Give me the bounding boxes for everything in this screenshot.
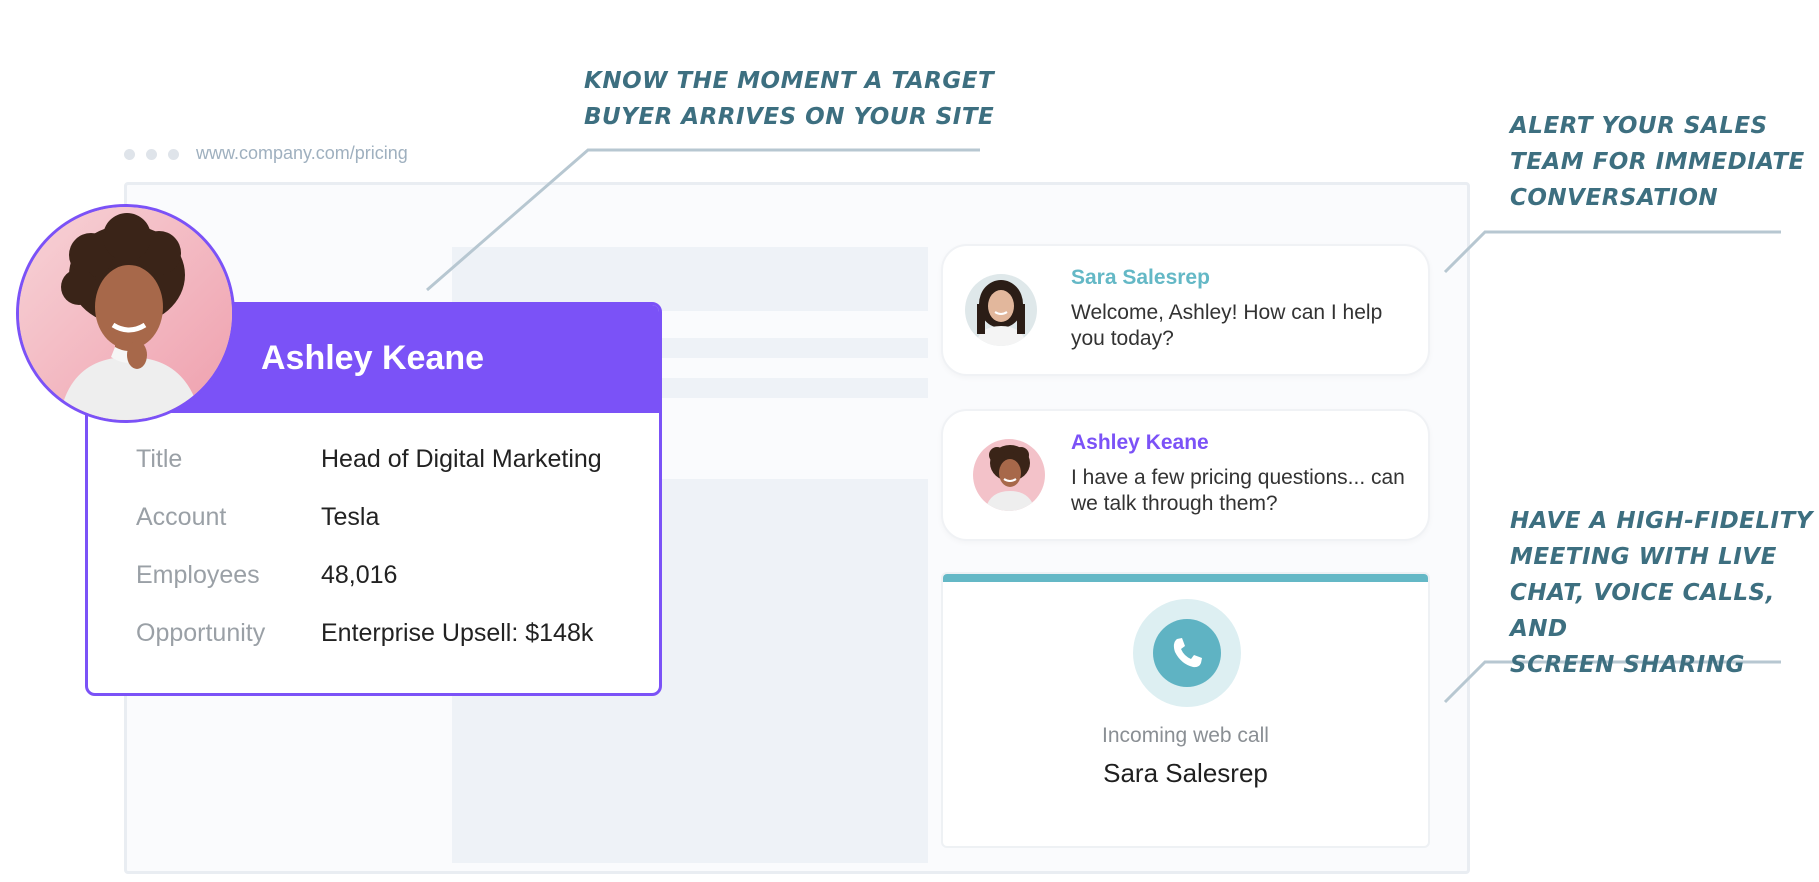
- call-status-label: Incoming web call: [1102, 724, 1269, 747]
- visitor-avatar: [16, 204, 235, 423]
- profile-label-opportunity: Opportunity: [136, 619, 266, 647]
- profile-value-opportunity: Enterprise Upsell: $148k: [321, 619, 594, 647]
- sales-rep-avatar: [965, 274, 1037, 346]
- phone-icon: [1153, 619, 1221, 687]
- profile-label-title: Title: [136, 445, 183, 473]
- visitor-small-avatar: [973, 439, 1045, 511]
- chat-message-visitor[interactable]: Ashley Keane I have a few pricing questi…: [941, 409, 1430, 541]
- chat-message-sales[interactable]: Sara Salesrep Welcome, Ashley! How can I…: [941, 244, 1430, 376]
- chat-message-text: I have a few pricing questions... can we…: [1071, 466, 1405, 515]
- browser-url: www.company.com/pricing: [196, 143, 408, 163]
- annotation-arrival: Know the moment a target buyer arrives o…: [584, 68, 995, 130]
- answer-call-button[interactable]: [1133, 599, 1241, 707]
- profile-name: Ashley Keane: [261, 339, 484, 377]
- call-accent-bar: [943, 574, 1428, 582]
- chat-sender-name: Sara Salesrep: [1071, 266, 1210, 289]
- profile-value-employees: 48,016: [321, 561, 398, 589]
- chat-sender-name: Ashley Keane: [1071, 431, 1209, 454]
- profile-value-account: Tesla: [321, 503, 380, 531]
- chat-message-text: Welcome, Ashley! How can I help you toda…: [1071, 301, 1383, 350]
- window-dot-2: [146, 149, 157, 160]
- annotation-meeting: Have a high-fidelity meeting with live c…: [1510, 508, 1813, 678]
- profile-label-account: Account: [136, 503, 227, 531]
- profile-label-employees: Employees: [136, 561, 260, 589]
- annotation-alert: Alert your sales team for immediate conv…: [1510, 113, 1805, 211]
- window-dot-1: [124, 149, 135, 160]
- window-dot-3: [168, 149, 179, 160]
- incoming-call-card[interactable]: Incoming web call Sara Salesrep: [941, 572, 1430, 848]
- caller-name: Sara Salesrep: [1103, 758, 1268, 788]
- profile-value-title: Head of Digital Marketing: [321, 445, 602, 473]
